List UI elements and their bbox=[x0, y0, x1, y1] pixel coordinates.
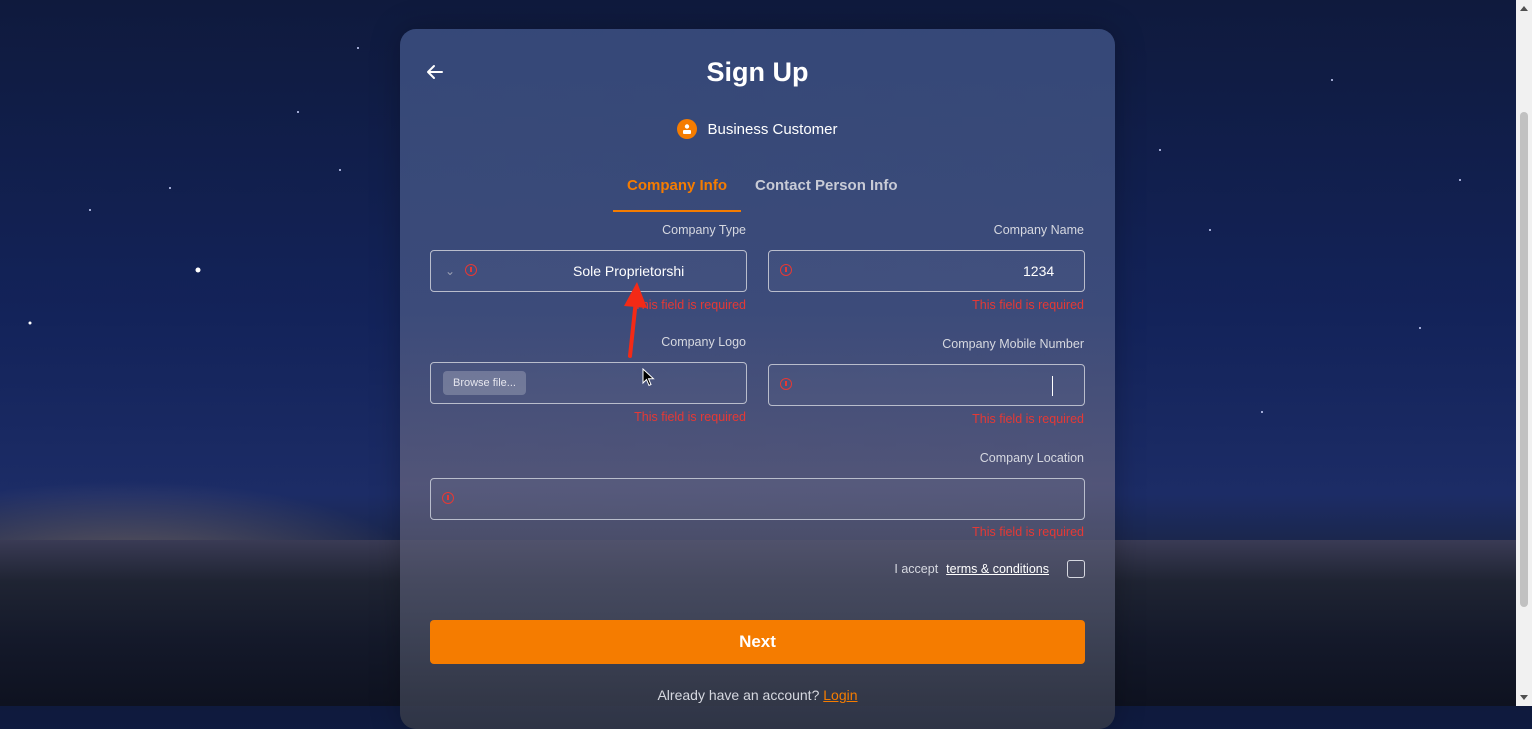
company-name-input[interactable]: 1234 bbox=[768, 250, 1085, 292]
page-scrollbar[interactable] bbox=[1516, 0, 1532, 706]
company-name-error: This field is required bbox=[972, 298, 1084, 312]
company-type-error: This field is required bbox=[634, 298, 746, 312]
company-location-input[interactable] bbox=[430, 478, 1085, 520]
mouse-cursor-icon bbox=[642, 368, 655, 387]
company-type-select[interactable]: ⌄ Sole Proprietorshi bbox=[430, 250, 747, 292]
error-icon bbox=[780, 378, 792, 390]
company-logo-file-input[interactable]: Browse file... bbox=[430, 362, 747, 404]
company-location-error: This field is required bbox=[972, 525, 1084, 539]
business-person-icon bbox=[677, 119, 698, 139]
terms-prefix: I accept bbox=[894, 562, 939, 576]
scroll-up-icon[interactable] bbox=[1520, 6, 1528, 11]
company-logo-error: This field is required bbox=[634, 410, 746, 424]
error-icon bbox=[465, 264, 477, 276]
annotation-arrow-icon bbox=[624, 282, 647, 358]
next-button[interactable]: Next bbox=[430, 620, 1085, 664]
scrollbar-thumb[interactable] bbox=[1520, 112, 1528, 607]
company-type-value: Sole Proprietorshi bbox=[573, 263, 685, 279]
chevron-down-icon: ⌄ bbox=[445, 264, 456, 278]
error-icon bbox=[780, 264, 792, 276]
terms-row: I accept terms & conditions bbox=[894, 560, 1085, 578]
login-prompt-text: Already have an account? bbox=[657, 687, 820, 703]
company-logo-label: Company Logo bbox=[661, 335, 746, 349]
login-link[interactable]: Login bbox=[823, 687, 857, 703]
terms-checkbox[interactable] bbox=[1067, 560, 1085, 578]
company-name-value: 1234 bbox=[1023, 263, 1055, 279]
company-type-label: Company Type bbox=[662, 223, 746, 237]
login-prompt: Already have an account? Login bbox=[400, 687, 1115, 703]
form-tabs: Company Info Contact Person Info bbox=[613, 173, 912, 212]
error-icon bbox=[442, 492, 454, 504]
company-name-label: Company Name bbox=[993, 223, 1084, 237]
tab-company-info[interactable]: Company Info bbox=[613, 173, 741, 212]
text-caret bbox=[1052, 376, 1053, 396]
page-title: Sign Up bbox=[706, 57, 809, 87]
company-mobile-error: This field is required bbox=[972, 412, 1084, 426]
role-indicator: Business Customer bbox=[400, 119, 1115, 139]
browse-file-button[interactable]: Browse file... bbox=[443, 371, 526, 395]
terms-link[interactable]: terms & conditions bbox=[946, 562, 1049, 576]
tab-contact-person-info[interactable]: Contact Person Info bbox=[741, 173, 912, 212]
company-location-label: Company Location bbox=[979, 451, 1084, 465]
company-mobile-label: Company Mobile Number bbox=[942, 337, 1084, 351]
role-label: Business Customer bbox=[707, 120, 838, 138]
company-mobile-input[interactable] bbox=[768, 364, 1085, 406]
signup-card: Sign Up Business Customer Company Info C… bbox=[400, 29, 1115, 729]
scroll-down-icon[interactable] bbox=[1520, 695, 1528, 700]
